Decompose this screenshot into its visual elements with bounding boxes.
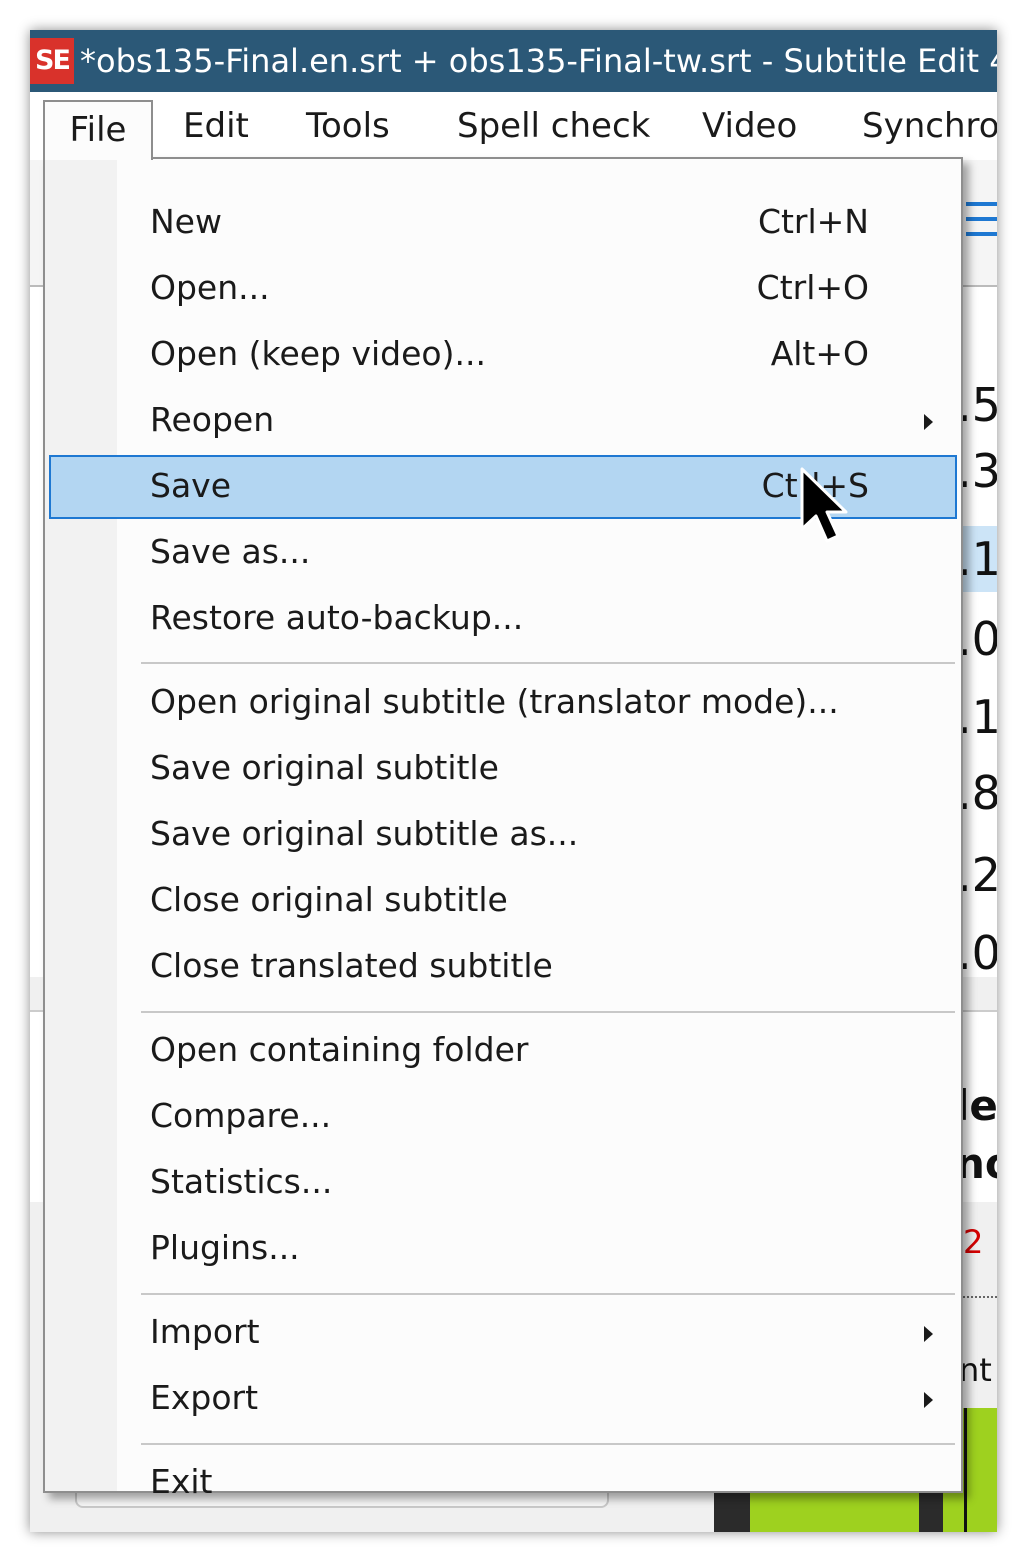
- submenu-arrow-icon: [924, 414, 933, 430]
- divider: [963, 1296, 997, 1308]
- submenu-arrow-icon: [924, 1326, 933, 1342]
- menu-item-shortcut: Ctrl+O: [756, 268, 869, 307]
- menu-item-open-keep-video[interactable]: Open (keep video)... Alt+O: [49, 323, 957, 387]
- menu-file[interactable]: File: [43, 100, 153, 160]
- menu-item-statistics[interactable]: Statistics...: [49, 1151, 957, 1215]
- menu-item-save-original-subtitle-as[interactable]: Save original subtitle as...: [49, 803, 957, 867]
- menu-item-exit[interactable]: Exit: [49, 1451, 957, 1515]
- subtitle-text-fragment: no: [963, 1139, 997, 1188]
- menu-item-open[interactable]: Open... Ctrl+O: [49, 257, 957, 321]
- menu-separator: [141, 662, 955, 664]
- menu-item-shortcut: Ctrl+N: [757, 202, 869, 241]
- menu-item-label: Save original subtitle: [150, 748, 499, 787]
- grid-cell-selected: .1: [963, 526, 997, 592]
- grid-cell: .2: [963, 848, 997, 902]
- menu-item-restore-auto-backup[interactable]: Restore auto-backup...: [49, 587, 957, 651]
- menu-item-label: Exit: [150, 1462, 213, 1501]
- subtitle-text-fragment: le: [963, 1081, 997, 1130]
- label-fragment: nt: [963, 1351, 992, 1389]
- grid-cell: .5: [963, 378, 997, 432]
- app-window: SE *obs135-Final.en.srt + obs135-Final-t…: [30, 30, 997, 1532]
- menu-item-plugins[interactable]: Plugins...: [49, 1217, 957, 1281]
- menu-tools[interactable]: Tools: [306, 104, 390, 148]
- menu-item-label: Close translated subtitle: [150, 946, 553, 985]
- grid-cell: .0: [963, 926, 997, 980]
- menu-item-label: Export: [150, 1378, 259, 1417]
- menu-spell-check[interactable]: Spell check: [457, 104, 650, 148]
- menu-item-label: Compare...: [150, 1096, 332, 1135]
- menu-video[interactable]: Video: [702, 104, 797, 148]
- menu-item-new[interactable]: New Ctrl+N: [49, 191, 957, 255]
- menu-item-compare[interactable]: Compare...: [49, 1085, 957, 1149]
- menu-item-export[interactable]: Export: [49, 1367, 957, 1431]
- grid-cell: [963, 298, 997, 364]
- menu-item-close-original-subtitle[interactable]: Close original subtitle: [49, 869, 957, 933]
- menu-item-label: Restore auto-backup...: [150, 598, 524, 637]
- window-title: *obs135-Final.en.srt + obs135-Final-tw.s…: [80, 42, 997, 80]
- menu-item-close-translated-subtitle[interactable]: Close translated subtitle: [49, 935, 957, 999]
- menu-item-label: New: [150, 202, 222, 241]
- grid-cell: .3: [963, 444, 997, 498]
- menu-item-label: Open containing folder: [150, 1030, 529, 1069]
- title-bar[interactable]: SE *obs135-Final.en.srt + obs135-Final-t…: [30, 30, 997, 92]
- menu-item-reopen[interactable]: Reopen: [49, 389, 957, 453]
- grid-cell: .1: [963, 690, 997, 744]
- menu-item-label: Save original subtitle as...: [150, 814, 579, 853]
- char-count-fragment: 2: [963, 1223, 984, 1261]
- menu-item-label: Open...: [150, 268, 270, 307]
- menu-edit[interactable]: Edit: [183, 104, 249, 148]
- menu-item-open-original-subtitle[interactable]: Open original subtitle (translator mode)…: [49, 671, 957, 735]
- menu-separator: [141, 1293, 955, 1295]
- menu-item-import[interactable]: Import: [49, 1301, 957, 1365]
- menu-item-label: Save as...: [150, 532, 311, 571]
- menu-item-shortcut: Alt+O: [770, 334, 869, 373]
- menu-item-label: Open (keep video)...: [150, 334, 486, 373]
- menu-item-label: Plugins...: [150, 1228, 300, 1267]
- grid-cell: .8: [963, 766, 997, 820]
- menu-bar: File Edit Tools Spell check Video Synchr…: [30, 92, 997, 160]
- subtitle-edit-app-icon: SE: [30, 38, 74, 84]
- submenu-arrow-icon: [924, 1392, 933, 1408]
- menu-item-open-containing-folder[interactable]: Open containing folder: [49, 1019, 957, 1083]
- menu-item-label: Reopen: [150, 400, 275, 439]
- grid-cell: .0: [963, 612, 997, 666]
- menu-item-label: Open original subtitle (translator mode)…: [150, 682, 839, 721]
- file-menu-dropdown: New Ctrl+N Open... Ctrl+O Open (keep vid…: [43, 157, 963, 1501]
- hamburger-icon[interactable]: [966, 196, 997, 244]
- menu-item-label: Save: [150, 466, 232, 505]
- mouse-pointer-icon: [800, 467, 848, 543]
- menu-item-label: Import: [150, 1312, 260, 1351]
- menu-separator: [141, 1011, 955, 1013]
- menu-item-label: Statistics...: [150, 1162, 333, 1201]
- menu-separator: [141, 1443, 955, 1445]
- menu-item-label: Close original subtitle: [150, 880, 508, 919]
- menu-item-save-original-subtitle[interactable]: Save original subtitle: [49, 737, 957, 801]
- menu-synchronization[interactable]: Synchro: [862, 104, 997, 148]
